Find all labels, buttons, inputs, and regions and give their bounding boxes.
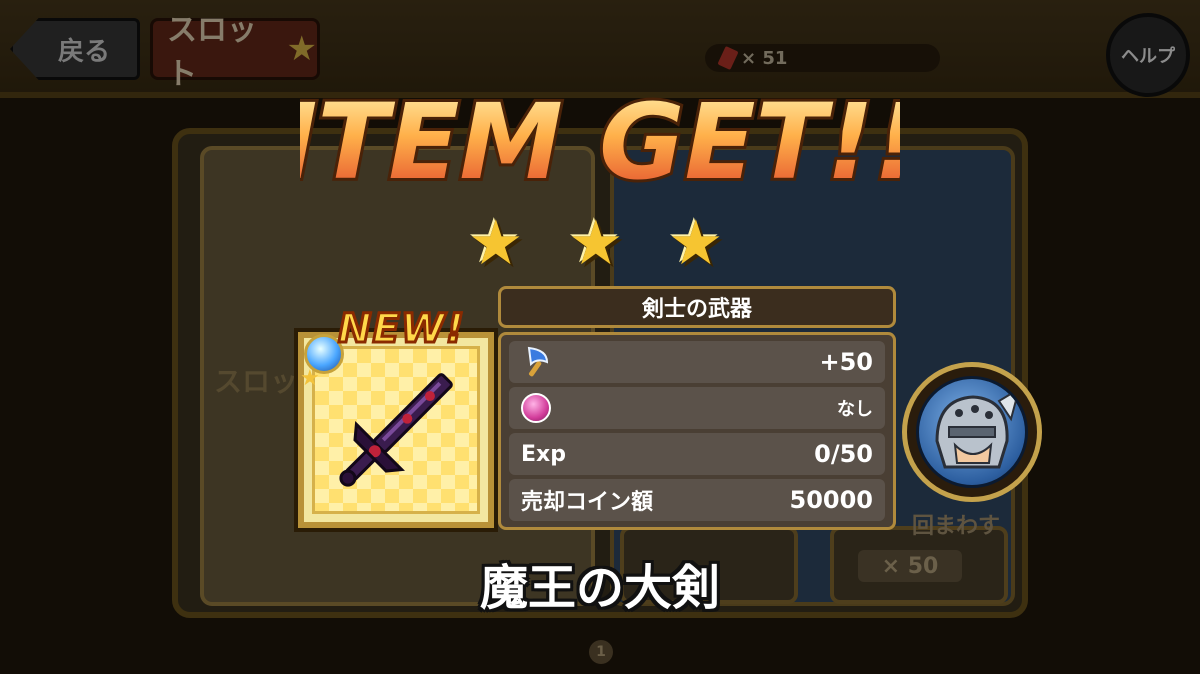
screen-title: スロット ★ <box>150 13 320 92</box>
page-indicator: 1 <box>589 640 613 664</box>
item-get-title-text: ITEM GET!! <box>300 81 900 203</box>
spin-label: 回まわす <box>912 514 1001 539</box>
help-button-label: ヘルプ <box>1121 46 1175 67</box>
help-button[interactable]: ヘルプ <box>1106 13 1190 97</box>
equipper-avatar <box>902 362 1042 502</box>
item-stats-panel: +50 なし Exp 0/50 売却コイン額 50000 <box>498 332 896 530</box>
knight-helmet-icon <box>935 386 1021 469</box>
rarity-star-icon: ★ <box>668 206 724 279</box>
stat-label: Exp <box>521 441 566 467</box>
stat-row-exp: Exp 0/50 <box>509 433 885 475</box>
shoe-icon <box>521 393 551 423</box>
page-number: 1 <box>596 644 606 660</box>
stat-row-sell-price: 売却コイン額 50000 <box>509 479 885 521</box>
stat-value: 0/50 <box>814 440 873 468</box>
ticket-count: × 51 <box>741 47 788 69</box>
item-category-bar: 剣士の武器 <box>498 286 896 328</box>
spin-cost: × 50 <box>858 550 962 582</box>
stat-value: +50 <box>819 348 873 376</box>
stat-row-attack: +50 <box>509 341 885 383</box>
screen-title-text: スロット <box>167 13 257 92</box>
rarity-stars: ★ ★ ★ <box>468 212 734 282</box>
rarity-star-icon: ★ <box>568 206 624 279</box>
ticket-icon <box>717 45 739 71</box>
stat-value: 50000 <box>789 486 874 514</box>
sword-icon <box>339 373 453 487</box>
item-name: 魔王の大剣 <box>479 560 720 616</box>
item-get-title: ITEM GET!! <box>300 78 900 206</box>
ticket-counter: × 51 <box>705 44 940 72</box>
rarity-star-icon: ★ <box>468 206 524 279</box>
mini-star-icon: ★ <box>300 366 320 391</box>
new-badge: NEW! <box>336 305 466 354</box>
knight-portrait <box>916 376 1028 488</box>
item-category: 剣士の武器 <box>641 297 752 322</box>
axe-icon <box>527 346 549 377</box>
spin-cost-text: × 50 <box>881 553 939 579</box>
stat-value: なし <box>837 399 873 420</box>
stat-row-skill: なし <box>509 387 885 429</box>
back-button-label: 戻る <box>57 36 110 67</box>
back-button[interactable]: 戻る <box>10 18 140 80</box>
star-decoration-icon: ★ <box>286 29 317 69</box>
stat-label: 売却コイン額 <box>521 490 654 515</box>
slot-left-panel-label: スロッ <box>214 365 299 398</box>
